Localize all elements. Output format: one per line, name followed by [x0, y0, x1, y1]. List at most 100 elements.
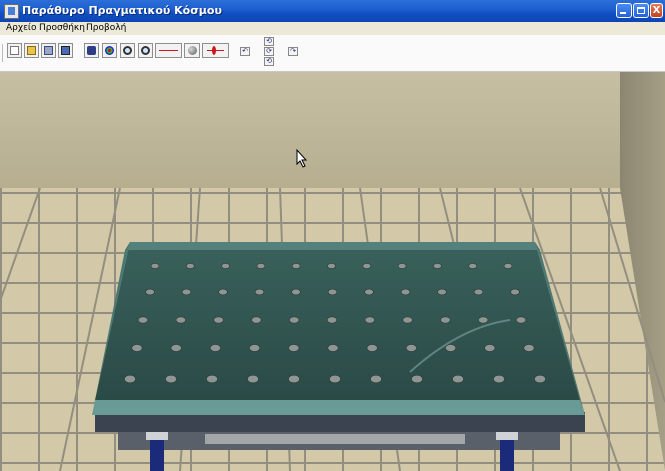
camera-icon — [87, 46, 96, 55]
maximize-icon — [637, 7, 645, 14]
zoom-out-icon — [141, 46, 150, 55]
air-hole — [291, 288, 301, 296]
air-hole — [503, 263, 513, 269]
air-hole — [170, 344, 182, 352]
leg-clamp-right — [496, 432, 518, 440]
add-sphere-icon — [188, 46, 197, 55]
air-hole — [186, 263, 195, 269]
air-hole — [137, 316, 149, 324]
air-hole — [289, 316, 300, 324]
air-hole — [327, 344, 339, 352]
minimize-icon — [620, 12, 626, 14]
air-hole — [221, 263, 230, 269]
air-hole — [254, 288, 265, 296]
air-hole — [288, 374, 300, 384]
window-title: Παράθυρο Πραγματικού Κόσμου — [22, 4, 222, 17]
toolbar: ⟲ ↶ ⟳ ↷ ⟲ — [0, 35, 665, 72]
reset-view-icon: ⟳ — [266, 47, 272, 55]
air-hole — [484, 344, 496, 352]
air-hole — [213, 316, 224, 324]
world-viewport[interactable] — [0, 72, 665, 471]
air-hole — [251, 316, 262, 324]
add-line-button[interactable] — [155, 43, 182, 58]
leg-clamp-left — [146, 432, 168, 440]
navigation-control: ⟲ ↶ ⟳ ↷ ⟲ — [236, 36, 302, 69]
air-hole — [523, 344, 535, 352]
table-rim-front — [92, 400, 585, 415]
air-hole — [288, 344, 300, 352]
scene-canvas — [0, 72, 665, 471]
menu-view[interactable]: Προβολή — [86, 22, 126, 35]
menu-file[interactable]: Αρχείο — [6, 22, 37, 35]
minimize-button[interactable] — [616, 3, 632, 18]
air-hole — [445, 344, 457, 352]
add-spring-icon — [212, 46, 216, 55]
air-hole — [327, 263, 336, 269]
air-hole — [370, 374, 382, 384]
app-icon — [4, 4, 19, 19]
air-hole — [534, 374, 546, 384]
air-hole — [366, 344, 378, 352]
add-line-icon — [159, 50, 178, 51]
air-hole — [209, 344, 221, 352]
air-hole — [452, 374, 464, 384]
rotate-right-icon: ↷ — [290, 47, 296, 55]
rotate-left-icon: ↶ — [242, 47, 248, 55]
save-button[interactable] — [41, 43, 56, 58]
air-hole — [165, 374, 177, 384]
air-hole — [206, 374, 218, 384]
air-hole — [364, 316, 375, 324]
back-wall — [0, 72, 665, 188]
air-hole — [364, 288, 374, 296]
save-image-button[interactable] — [58, 43, 73, 58]
air-hole — [478, 316, 489, 324]
air-hole — [411, 374, 423, 384]
air-hole — [437, 288, 447, 296]
air-hole — [124, 374, 136, 384]
air-hole — [145, 288, 155, 296]
toolbar-grip — [2, 44, 3, 62]
air-hole — [405, 344, 417, 352]
air-hole — [175, 316, 186, 324]
air-hole — [327, 288, 338, 296]
color-button[interactable] — [102, 43, 117, 58]
air-hole — [218, 288, 228, 296]
camera-button[interactable] — [84, 43, 99, 58]
add-sphere-button[interactable] — [184, 43, 200, 58]
table-base-rail — [205, 434, 465, 444]
maximize-button[interactable] — [633, 3, 649, 18]
zoom-out-button[interactable] — [138, 43, 153, 58]
air-hole — [329, 374, 341, 384]
air-hole — [493, 374, 505, 384]
menu-add[interactable]: Προσθήκη — [39, 22, 85, 35]
add-spring-button[interactable] — [202, 43, 229, 58]
air-hole — [473, 288, 484, 296]
air-hole — [247, 374, 259, 384]
air-hole — [440, 316, 451, 324]
rotate-left-button[interactable]: ↶ — [240, 47, 250, 56]
rotate-down-button[interactable]: ⟲ — [264, 57, 274, 66]
rotate-up-button[interactable]: ⟲ — [264, 37, 274, 46]
rotate-up-icon: ⟲ — [266, 37, 272, 45]
title-bar: Παράθυρο Πραγματικού Κόσμου X — [0, 0, 665, 23]
air-hole — [400, 288, 411, 296]
rotate-down-icon: ⟲ — [266, 57, 272, 65]
air-hole — [468, 263, 478, 269]
open-file-icon — [27, 46, 36, 55]
air-hole — [131, 344, 143, 352]
air-hole — [397, 263, 407, 269]
table-rim-back — [125, 242, 540, 250]
color-icon — [105, 46, 114, 55]
new-file-button[interactable] — [7, 43, 22, 58]
close-button[interactable]: X — [650, 3, 663, 18]
air-hole — [510, 288, 520, 296]
air-hole — [362, 263, 372, 269]
reset-view-button[interactable]: ⟳ — [264, 47, 274, 56]
air-hole — [515, 316, 527, 324]
zoom-in-button[interactable] — [120, 43, 135, 58]
open-file-button[interactable] — [24, 43, 39, 58]
save-image-icon — [61, 46, 70, 55]
menu-bar: Αρχείο Προσθήκη Προβολή — [0, 22, 665, 35]
air-hole — [433, 263, 442, 269]
rotate-right-button[interactable]: ↷ — [288, 47, 298, 56]
